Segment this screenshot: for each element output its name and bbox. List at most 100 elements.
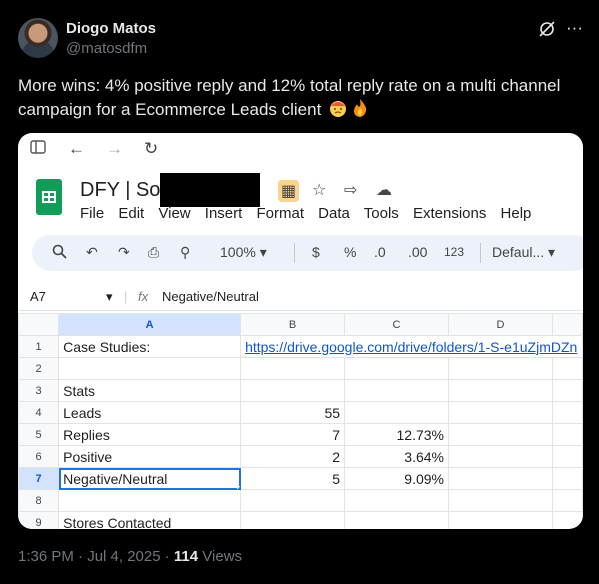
redaction-bar: [160, 173, 260, 207]
active-cell: Negative/Neutral: [58, 467, 242, 490]
fx-icon: fx: [138, 289, 149, 304]
star-icon: ☆: [312, 182, 327, 199]
menu-edit: Edit: [118, 205, 145, 222]
tweet-meta: 1:36 PM · Jul 4, 2025 · 114 Views: [18, 548, 242, 565]
cell-a: Stores Contacted: [58, 511, 242, 529]
formula-bar: A7 ▾ | fx Negative/Neutral: [18, 283, 583, 311]
cell-b: 5: [240, 467, 346, 490]
menu-format: Format: [256, 205, 304, 222]
menu-file: File: [80, 205, 105, 222]
avatar[interactable]: [18, 18, 58, 58]
cell-a: Leads: [58, 401, 242, 424]
cell-c: 12.73%: [344, 423, 449, 446]
cell-c: [344, 401, 449, 424]
cell-e: [551, 511, 583, 529]
cell-e: [551, 489, 583, 512]
cell-e: [551, 357, 583, 380]
menu-extensions: Extensions: [412, 205, 487, 222]
font-select: Defaul... ▾: [492, 244, 556, 260]
sheets-logo: [36, 179, 62, 215]
cell-a: Positive: [58, 445, 242, 468]
menu-view: View: [158, 205, 191, 222]
cell-d: [448, 445, 553, 468]
view-count: 114: [173, 548, 199, 565]
fill-handle: [237, 486, 240, 489]
tweet-text: More wins: 4% positive reply and 12% tot…: [18, 74, 578, 122]
column-header-e: [551, 313, 583, 336]
zoom-select: 100% ▾: [220, 244, 267, 260]
reload-icon: ↻: [144, 139, 159, 158]
sheet-grid: A B C D 1 Case Studies: https://drive.go…: [18, 313, 583, 529]
forward-icon: →: [106, 139, 123, 158]
more-formats: 123: [444, 245, 465, 259]
percent-format: %: [344, 244, 357, 260]
cell-a: Case Studies:: [58, 335, 242, 358]
cell-e: [551, 423, 583, 446]
increase-decimal: .00: [408, 244, 428, 260]
cell-e: [551, 379, 583, 402]
cell-b: 7: [240, 423, 346, 446]
more-icon[interactable]: ···: [566, 18, 583, 38]
author-name[interactable]: Diogo Matos: [66, 20, 156, 37]
row-number: 7: [18, 467, 60, 490]
cell-e: [551, 467, 583, 490]
cell-link: https://drive.google.com/drive/folders/1…: [240, 335, 583, 358]
cell-d: [448, 357, 553, 380]
cell-e: [551, 401, 583, 424]
row-number: 2: [18, 357, 60, 380]
cell-a: [58, 489, 242, 512]
row-number: 8: [18, 489, 60, 512]
cell-b: [240, 489, 346, 512]
author-handle[interactable]: @matosdfm: [66, 40, 147, 57]
cloud-status-icon: ☁: [376, 182, 392, 199]
name-box: A7: [30, 289, 46, 304]
currency-format: $: [312, 244, 320, 260]
table-row: 3 Stats: [18, 379, 583, 402]
cell-b: 2: [240, 445, 346, 468]
table-row: 7 Negative/Neutral 5 9.09%: [18, 467, 583, 490]
paint-format-tool-icon: ⚲: [180, 244, 191, 260]
cell-b: [240, 357, 346, 380]
menu-tools: Tools: [363, 205, 399, 222]
column-header-d: D: [448, 313, 553, 336]
column-header-c: C: [344, 313, 449, 336]
cell-a: Replies: [58, 423, 242, 446]
tweet-time[interactable]: 1:36 PM · Jul 4, 2025 ·: [18, 548, 174, 565]
toolbar-divider: [294, 243, 295, 263]
cell-b: 55: [240, 401, 346, 424]
table-row: 5 Replies 7 12.73%: [18, 423, 583, 446]
spreadsheet-screenshot[interactable]: ← → ↻ DFY | Soci ▦ ☆ ⇨ ☁ File Edit View …: [18, 133, 583, 529]
cell-d: [448, 467, 553, 490]
emoji-face-icon: [330, 101, 347, 117]
print-icon: ⎙: [148, 244, 160, 260]
row-number: 3: [18, 379, 60, 402]
menu-insert: Insert: [204, 205, 243, 222]
undo-icon: ↶: [86, 244, 98, 260]
corner-cell: [18, 313, 60, 336]
table-row: 4 Leads 55: [18, 401, 583, 424]
tweet-body: More wins: 4% positive reply and 12% tot…: [18, 76, 561, 119]
row-number: 9: [18, 511, 60, 529]
redo-icon: ↷: [118, 244, 130, 260]
browser-bar: ← → ↻: [18, 133, 583, 165]
cell-b: [240, 379, 346, 402]
row-number: 4: [18, 401, 60, 424]
row-number: 6: [18, 445, 60, 468]
paint-format-icon: ▦: [278, 180, 300, 202]
cell-c: [344, 357, 449, 380]
table-row: 8: [18, 489, 583, 512]
menu-help: Help: [500, 205, 532, 222]
cell-c: [344, 379, 449, 402]
menu-data: Data: [318, 205, 350, 222]
column-header-row: A B C D: [18, 313, 583, 336]
mute-icon[interactable]: [538, 20, 556, 43]
move-folder-icon: ⇨: [344, 182, 358, 199]
cell-c: [344, 489, 449, 512]
cell-e: [551, 445, 583, 468]
toolbar-divider: [480, 243, 481, 263]
cell-b: [240, 511, 346, 529]
table-row: 1 Case Studies: https://drive.google.com…: [18, 335, 583, 358]
font-value: Defaul...: [492, 244, 545, 260]
menu-bar: File Edit View Insert Format Data Tools …: [80, 205, 541, 222]
chevron-down-icon: ▾: [106, 289, 113, 304]
